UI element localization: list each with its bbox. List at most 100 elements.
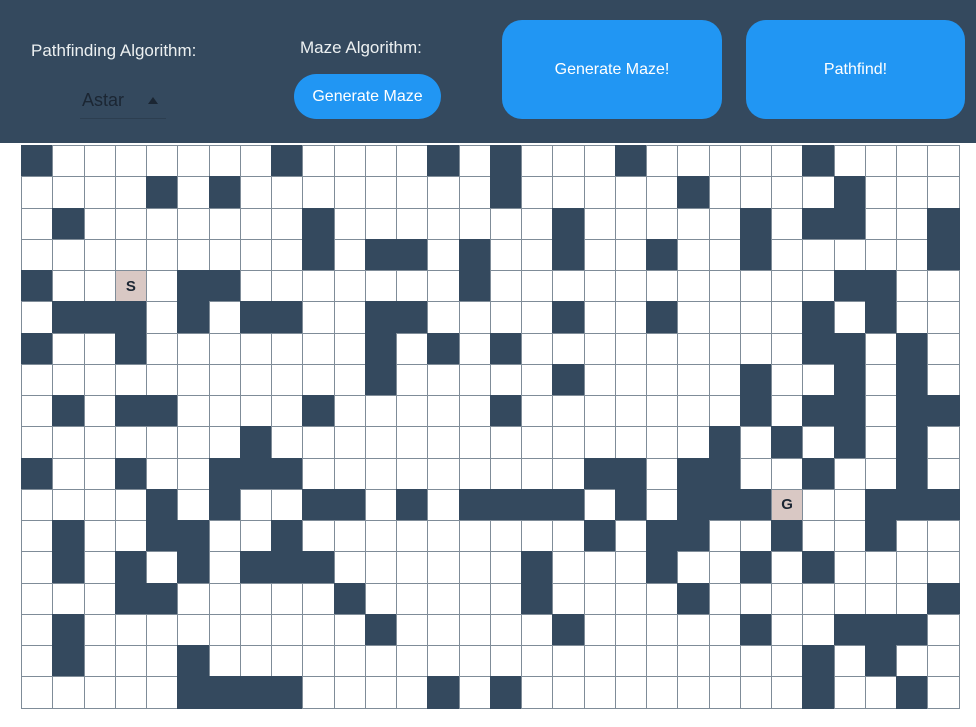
- wall-cell[interactable]: [427, 332, 460, 365]
- wall-cell[interactable]: [114, 395, 147, 428]
- grid-cell[interactable]: [614, 301, 647, 334]
- wall-cell[interactable]: [364, 301, 397, 334]
- wall-cell[interactable]: [833, 270, 866, 303]
- grid-cell[interactable]: [396, 613, 429, 646]
- grid-cell[interactable]: [146, 332, 179, 365]
- wall-cell[interactable]: [927, 238, 960, 271]
- grid-cell[interactable]: [521, 426, 554, 459]
- grid-cell[interactable]: [114, 520, 147, 553]
- grid-cell[interactable]: [333, 613, 366, 646]
- grid-cell[interactable]: [552, 332, 585, 365]
- pathfind-button[interactable]: Pathfind!: [746, 20, 965, 119]
- grid-cell[interactable]: [271, 363, 304, 396]
- wall-cell[interactable]: [489, 676, 522, 709]
- grid-cell[interactable]: [114, 176, 147, 209]
- grid-cell[interactable]: [83, 488, 116, 521]
- wall-cell[interactable]: [927, 488, 960, 521]
- grid-cell[interactable]: [427, 426, 460, 459]
- grid-cell[interactable]: [614, 270, 647, 303]
- wall-cell[interactable]: [802, 301, 835, 334]
- grid-cell[interactable]: [771, 676, 804, 709]
- grid-cell[interactable]: [677, 645, 710, 678]
- wall-cell[interactable]: [364, 332, 397, 365]
- grid-cell[interactable]: [927, 551, 960, 584]
- grid-cell[interactable]: [177, 457, 210, 490]
- grid-cell[interactable]: [646, 426, 679, 459]
- grid-cell[interactable]: [177, 582, 210, 615]
- grid-cell[interactable]: [333, 176, 366, 209]
- wall-cell[interactable]: [302, 551, 335, 584]
- grid-cell[interactable]: [583, 551, 616, 584]
- grid-cell[interactable]: [396, 676, 429, 709]
- wall-cell[interactable]: [833, 332, 866, 365]
- grid-cell[interactable]: [677, 270, 710, 303]
- grid-cell[interactable]: [83, 332, 116, 365]
- grid-cell[interactable]: [833, 488, 866, 521]
- grid-cell[interactable]: [302, 645, 335, 678]
- wall-cell[interactable]: [489, 145, 522, 178]
- grid-cell[interactable]: [614, 613, 647, 646]
- grid-cell[interactable]: [521, 457, 554, 490]
- grid-cell[interactable]: [271, 582, 304, 615]
- grid-cell[interactable]: [146, 613, 179, 646]
- wall-cell[interactable]: [896, 363, 929, 396]
- grid-cell[interactable]: [896, 270, 929, 303]
- grid-cell[interactable]: [302, 332, 335, 365]
- grid-cell[interactable]: [458, 395, 491, 428]
- grid-cell[interactable]: [739, 270, 772, 303]
- grid-cell[interactable]: [458, 301, 491, 334]
- grid-cell[interactable]: [927, 176, 960, 209]
- wall-cell[interactable]: [146, 520, 179, 553]
- wall-cell[interactable]: [271, 676, 304, 709]
- grid-cell[interactable]: [114, 426, 147, 459]
- wall-cell[interactable]: [552, 238, 585, 271]
- grid-cell[interactable]: [364, 488, 397, 521]
- wall-cell[interactable]: [177, 270, 210, 303]
- grid-cell[interactable]: [302, 457, 335, 490]
- grid-cell[interactable]: [739, 457, 772, 490]
- wall-cell[interactable]: [239, 551, 272, 584]
- grid-cell[interactable]: [739, 645, 772, 678]
- grid-cell[interactable]: [833, 582, 866, 615]
- grid-cell[interactable]: [646, 270, 679, 303]
- grid-cell[interactable]: [114, 676, 147, 709]
- wall-cell[interactable]: [302, 488, 335, 521]
- wall-cell[interactable]: [833, 613, 866, 646]
- grid-cell[interactable]: [114, 207, 147, 240]
- grid-cell[interactable]: [864, 395, 897, 428]
- grid-cell[interactable]: [52, 238, 85, 271]
- grid-cell[interactable]: [489, 426, 522, 459]
- wall-cell[interactable]: [333, 582, 366, 615]
- grid-cell[interactable]: [583, 176, 616, 209]
- grid-cell[interactable]: [521, 145, 554, 178]
- grid-cell[interactable]: [864, 207, 897, 240]
- grid-cell[interactable]: [552, 457, 585, 490]
- wall-cell[interactable]: [52, 520, 85, 553]
- grid-cell[interactable]: [271, 270, 304, 303]
- grid-cell[interactable]: [708, 613, 741, 646]
- grid-cell[interactable]: [927, 426, 960, 459]
- grid-cell[interactable]: [239, 645, 272, 678]
- wall-cell[interactable]: [208, 270, 241, 303]
- grid-cell[interactable]: [146, 145, 179, 178]
- wall-cell[interactable]: [802, 145, 835, 178]
- wall-cell[interactable]: [833, 176, 866, 209]
- grid-cell[interactable]: [177, 426, 210, 459]
- grid-cell[interactable]: [739, 176, 772, 209]
- wall-cell[interactable]: [583, 520, 616, 553]
- grid-cell[interactable]: [52, 270, 85, 303]
- generate-maze-button[interactable]: Generate Maze!: [502, 20, 722, 119]
- wall-cell[interactable]: [239, 426, 272, 459]
- grid-cell[interactable]: [646, 363, 679, 396]
- grid-cell[interactable]: [333, 676, 366, 709]
- grid-cell[interactable]: [896, 645, 929, 678]
- wall-cell[interactable]: [802, 676, 835, 709]
- grid-cell[interactable]: [521, 238, 554, 271]
- wall-cell[interactable]: [271, 551, 304, 584]
- grid-cell[interactable]: [271, 613, 304, 646]
- wall-cell[interactable]: [896, 457, 929, 490]
- grid-cell[interactable]: [583, 645, 616, 678]
- grid-cell[interactable]: [364, 457, 397, 490]
- grid-cell[interactable]: [458, 145, 491, 178]
- grid-cell[interactable]: [739, 582, 772, 615]
